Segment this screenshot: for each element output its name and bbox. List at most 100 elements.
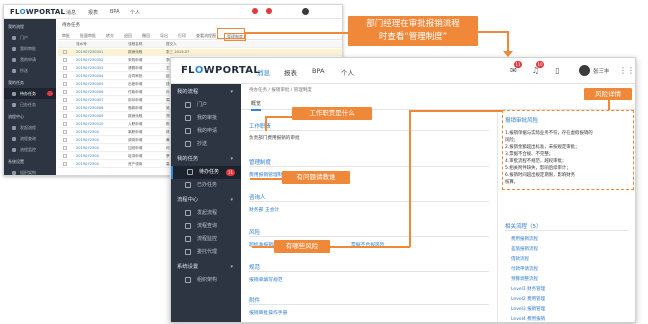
divider: [249, 236, 489, 237]
tb-return[interactable]: 退回: [124, 33, 132, 39]
connector-line: [245, 32, 348, 34]
back-nav-bpa[interactable]: BPA: [110, 9, 120, 15]
back-sidebar-item[interactable]: 我的审批: [4, 43, 56, 54]
section-policy-title: 管理制度: [249, 160, 272, 166]
callout-risk-detail: 风险详情: [584, 88, 632, 100]
bell-badge: 10: [536, 61, 544, 68]
tb-batch[interactable]: 批量审批: [80, 33, 96, 39]
back-sidebar-item[interactable]: 组织架构: [4, 167, 56, 175]
norm-link[interactable]: 报销单填写规范: [249, 276, 283, 283]
callout-risks: 有哪些风险: [274, 240, 330, 253]
start-icon: [185, 209, 191, 216]
sidebar-item-application[interactable]: 我的申请: [171, 125, 241, 138]
callout-job-duty: 工作职责是什么: [292, 107, 372, 120]
tab-overview[interactable]: 概览: [251, 100, 262, 111]
tb-flowchart[interactable]: 查看流程图: [196, 33, 216, 39]
tb-transfer[interactable]: 转交: [106, 33, 114, 39]
table-row[interactable]: 201907230001 报销流程 张三 2019-07: [58, 49, 342, 56]
back-header: FLOWPORTAL 消息 报表 BPA 个人: [4, 5, 342, 19]
sidebar-section-process-center[interactable]: 流程中心 ▾: [171, 194, 241, 207]
divider: [249, 130, 489, 131]
sidebar-section-my-tasks[interactable]: 我的任务 ▾: [171, 153, 241, 166]
connector-line: [507, 31, 509, 53]
back-sidebar: 我的流程 门户 我的审批 我的申请 抄送 我的任务 待办任务 已办任务 流程中心…: [4, 19, 56, 175]
related-link[interactable]: Level1 财务管理: [511, 286, 545, 292]
sidebar: 我的流程 ▾ 门户 我的审批 我的申请 抄送 我的任务 ▾ 待办任务 11 已办任务 …: [171, 84, 241, 322]
related-link[interactable]: 借款流程: [511, 256, 529, 262]
back-sidebar-item[interactable]: 流程监控: [4, 144, 56, 155]
sidebar-item-org[interactable]: 组织架构: [171, 274, 241, 287]
connector-line: [608, 100, 610, 110]
callout-view-policy: 部门经理在审批报销流程 时查看“管理制度”: [348, 16, 478, 46]
sidebar-section-my-process[interactable]: 我的流程 ▾: [171, 86, 241, 99]
divider: [249, 304, 489, 305]
back-sidebar-item[interactable]: 抄送: [4, 65, 56, 76]
nav-reports[interactable]: 报表: [284, 67, 297, 77]
section-attachment-title: 附件: [249, 298, 261, 304]
sidebar-item-todo[interactable]: 待办任务 11: [171, 166, 241, 179]
approval-icon: [185, 114, 191, 121]
back-badge-2: [266, 8, 272, 14]
apps-grid-icon[interactable]: ⋮⋮: [619, 66, 635, 75]
front-logo: FLOWPORTAL: [181, 65, 260, 76]
sidebar-section-settings[interactable]: 系统设置 ▾: [171, 261, 241, 274]
attachment-link[interactable]: 报销审批操作手册: [249, 309, 287, 316]
related-link[interactable]: 差旅报销流程: [511, 246, 538, 252]
panel-divider: [497, 110, 498, 322]
tb-print[interactable]: 打印: [178, 33, 186, 39]
connector-line: [250, 178, 282, 180]
back-sidebar-item[interactable]: 发起流程: [4, 122, 56, 133]
mobile-icon[interactable]: ▯: [553, 66, 562, 75]
sidebar-item-query[interactable]: 流程查询: [171, 220, 241, 233]
nav-messages[interactable]: 消息: [257, 67, 270, 77]
monitor-icon: [185, 235, 191, 242]
divider: [249, 271, 489, 272]
back-sidebar-section[interactable]: 系统设置: [4, 156, 56, 167]
back-sidebar-item[interactable]: 已办任务: [4, 99, 56, 110]
policy-button-highlight: [217, 28, 245, 39]
divider: [249, 166, 489, 167]
back-sidebar-item[interactable]: 流程查询: [4, 133, 56, 144]
connector-line: [330, 246, 410, 248]
back-sidebar-item[interactable]: 门户: [4, 32, 56, 43]
done-icon: [185, 181, 191, 188]
divider: [505, 230, 629, 231]
back-sidebar-section[interactable]: 我的任务: [4, 77, 56, 88]
avatar[interactable]: [579, 65, 590, 76]
back-sidebar-section[interactable]: 流程中心: [4, 111, 56, 122]
back-sidebar-item[interactable]: 我的申请: [4, 54, 56, 65]
related-link[interactable]: 付款申请流程: [511, 266, 538, 272]
callout-ask-who: 有问题请教谁: [282, 171, 350, 184]
back-sidebar-section[interactable]: 我的流程: [4, 21, 56, 32]
delegate-icon: [185, 248, 191, 255]
back-avatar[interactable]: [302, 8, 309, 15]
user-icon: [187, 168, 193, 175]
back-nav-personal[interactable]: 个人: [130, 9, 140, 16]
sidebar-item-monitor[interactable]: 流程监控: [171, 233, 241, 246]
connector-line: [265, 117, 267, 131]
related-link[interactable]: Level2 费用管理: [511, 296, 545, 302]
tb-export[interactable]: 导出: [160, 33, 168, 39]
nav-personal[interactable]: 个人: [341, 67, 354, 77]
sidebar-item-approval[interactable]: 我的审批: [171, 112, 241, 125]
portal-icon: [185, 101, 191, 108]
related-link[interactable]: Level4 费用报销: [511, 316, 545, 322]
user-name[interactable]: 张三丰: [593, 67, 610, 75]
tb-approve[interactable]: 审批: [62, 33, 70, 39]
back-nav-messages[interactable]: 消息: [66, 9, 76, 16]
related-link[interactable]: Level3 报销管理: [511, 306, 545, 312]
sidebar-item-cc[interactable]: 抄送: [171, 138, 241, 151]
back-nav-reports[interactable]: 报表: [88, 9, 98, 16]
sidebar-item-portal[interactable]: 门户: [171, 99, 241, 112]
back-sidebar-item-active[interactable]: 待办任务: [4, 88, 56, 99]
related-link[interactable]: 预算调整流程: [511, 276, 538, 282]
nav-bpa[interactable]: BPA: [312, 67, 324, 75]
sidebar-item-delegate[interactable]: 委托代理: [171, 246, 241, 259]
sidebar-item-start[interactable]: 发起流程: [171, 207, 241, 220]
foreground-app-window: FLOWPORTAL 消息 报表 BPA 个人 ✉ 11 ♫ 10 ▯ 张三丰 …: [170, 57, 636, 323]
tb-withdraw[interactable]: 撤回: [142, 33, 150, 39]
application-icon: [185, 127, 191, 134]
consultant-link[interactable]: 财务部 王会计: [249, 206, 279, 213]
sidebar-item-done[interactable]: 已办任务: [171, 179, 241, 192]
related-link[interactable]: 费用报销流程: [511, 236, 538, 242]
